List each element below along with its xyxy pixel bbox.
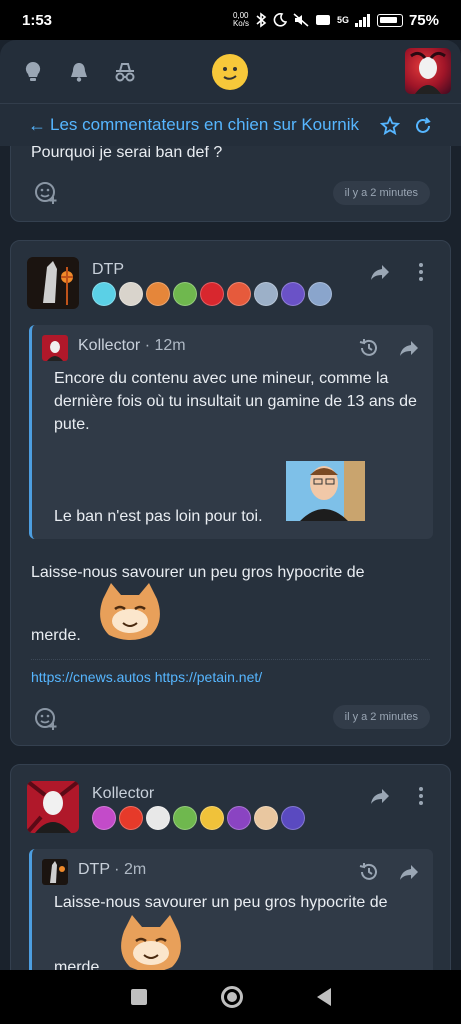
post-list[interactable]: Pourquoi je serai ban def ? il y a 2 min… — [0, 146, 461, 970]
signal-icon — [354, 13, 370, 27]
post-links[interactable]: https://cnews.autos https://petain.net/ — [31, 669, 262, 685]
badge-icon[interactable] — [200, 806, 224, 830]
more-icon[interactable] — [410, 785, 432, 807]
badge-list — [92, 282, 332, 306]
quoted-post[interactable]: Kollector · 12m Encore du contenu avec u… — [29, 325, 433, 539]
quote-header: Kollector · 12m — [78, 337, 186, 355]
history-icon[interactable] — [358, 337, 380, 359]
badge-icon[interactable] — [254, 806, 278, 830]
badge-icon[interactable] — [146, 806, 170, 830]
post-card: Pourquoi je serai ban def ? il y a 2 min… — [10, 146, 451, 222]
badge-icon[interactable] — [254, 282, 278, 306]
quote-header: DTP · 2m — [78, 861, 146, 879]
timestamp: il y a 2 minutes — [332, 705, 430, 729]
history-icon[interactable] — [358, 861, 380, 883]
post-text: merde. — [31, 627, 81, 644]
badge-icon[interactable] — [281, 282, 305, 306]
refresh-icon[interactable] — [413, 116, 433, 136]
star-icon[interactable] — [380, 116, 400, 136]
incognito-icon[interactable] — [112, 59, 138, 85]
bell-icon[interactable] — [66, 59, 92, 85]
badge-icon[interactable] — [119, 806, 143, 830]
quote-text: Encore du contenu avec une mineur, comme… — [54, 370, 417, 433]
network-type: 5G — [336, 15, 349, 25]
emote-image — [286, 461, 365, 521]
recents-button[interactable] — [130, 989, 147, 1005]
share-icon[interactable] — [398, 337, 420, 359]
emote-image — [112, 913, 190, 970]
status-bar: 1:53 0,00 Ko/s 5G 75% — [0, 0, 461, 40]
quote-text: merde. — [54, 959, 104, 970]
thread-title-bar: ← Les commentateurs en chien sur Kournik — [0, 104, 461, 146]
badge-icon[interactable] — [119, 282, 143, 306]
badge-icon[interactable] — [92, 282, 116, 306]
share-icon[interactable] — [369, 261, 391, 283]
back-arrow-icon[interactable]: ← — [28, 115, 50, 136]
system-nav-bar — [0, 970, 461, 1024]
avatar[interactable] — [42, 335, 68, 361]
divider — [31, 659, 430, 660]
post-card: DTP Kollector · 12m Encore du contenu av… — [10, 240, 451, 746]
status-indicators: 0,00 Ko/s 5G 75% — [233, 12, 439, 29]
badge-list — [92, 806, 305, 830]
home-button[interactable] — [220, 986, 243, 1008]
badge-icon[interactable] — [92, 806, 116, 830]
battery-icon — [376, 13, 403, 27]
quote-author[interactable]: DTP — [78, 861, 110, 878]
add-reaction-icon[interactable] — [33, 705, 59, 731]
net-speed: 0,00 Ko/s — [232, 11, 249, 28]
thread-title[interactable]: Les commentateurs en chien sur Kournik — [50, 115, 370, 135]
moon-icon — [273, 13, 287, 27]
more-icon[interactable] — [410, 261, 432, 283]
add-reaction-icon[interactable] — [33, 179, 59, 205]
header-actions — [20, 59, 138, 85]
timestamp: il y a 2 minutes — [332, 181, 430, 205]
badge-icon[interactable] — [281, 806, 305, 830]
badge-icon[interactable] — [308, 282, 332, 306]
badge-icon[interactable] — [200, 282, 224, 306]
mute-icon — [293, 13, 309, 27]
badge-icon[interactable] — [146, 282, 170, 306]
quote-time: 12m — [154, 337, 186, 354]
badge-icon[interactable] — [173, 282, 197, 306]
smiley-icon[interactable] — [212, 54, 248, 90]
quote-text: Le ban n'est pas loin pour toi. — [54, 508, 263, 525]
avatar[interactable] — [42, 859, 68, 885]
avatar[interactable] — [27, 781, 79, 833]
back-button[interactable] — [316, 988, 331, 1006]
quote-author[interactable]: Kollector — [78, 337, 140, 354]
avatar[interactable] — [27, 257, 79, 309]
post-text: Pourquoi je serai ban def ? — [31, 146, 223, 161]
badge-icon[interactable] — [227, 806, 251, 830]
author-name[interactable]: Kollector — [92, 785, 154, 803]
app-header — [0, 40, 461, 104]
share-icon[interactable] — [398, 861, 420, 883]
bluetooth-icon — [256, 12, 267, 28]
battery-level: 75% — [408, 11, 439, 29]
quote-text: Laisse-nous savourer un peu gros hypocri… — [54, 894, 388, 911]
quote-time: 2m — [123, 861, 147, 878]
badge-icon[interactable] — [227, 282, 251, 306]
share-icon[interactable] — [369, 785, 391, 807]
quoted-post[interactable]: DTP · 2m Laisse-nous savourer un peu gro… — [29, 849, 433, 970]
status-time: 1:53 — [22, 11, 53, 29]
badge-icon[interactable] — [173, 806, 197, 830]
post-card: Kollector DTP · 2m Laisse-nous savourer … — [10, 764, 451, 970]
lightbulb-icon[interactable] — [20, 59, 46, 85]
emote-image — [91, 581, 169, 641]
separator: · — [114, 861, 120, 878]
wifi-calling-icon — [315, 15, 330, 25]
separator: · — [144, 337, 151, 354]
author-name[interactable]: DTP — [92, 261, 124, 279]
user-avatar[interactable] — [405, 48, 451, 94]
